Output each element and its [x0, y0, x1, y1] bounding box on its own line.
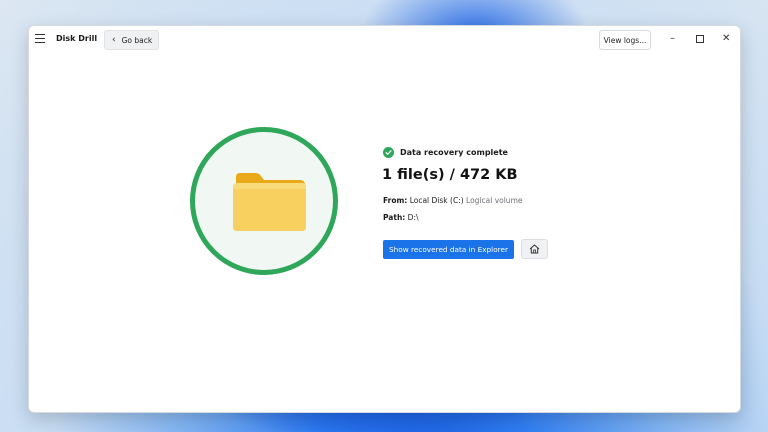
app-window: Disk Drill ‹ Go back View logs... – ✕ Da… — [28, 25, 741, 413]
status-text: Data recovery complete — [400, 148, 508, 157]
chevron-left-icon: ‹ — [112, 34, 116, 45]
go-back-button[interactable]: ‹ Go back — [104, 30, 159, 50]
recovery-summary: 1 file(s) / 472 KB — [382, 167, 518, 183]
show-in-explorer-button[interactable]: Show recovered data in Explorer — [383, 240, 514, 259]
minimize-button[interactable]: – — [670, 32, 675, 46]
close-button[interactable]: ✕ — [722, 32, 730, 46]
app-title: Disk Drill — [56, 34, 98, 43]
go-back-label: Go back — [121, 35, 153, 45]
check-circle-icon — [383, 147, 394, 158]
path-info: Path: D:\ — [383, 213, 419, 222]
folder-icon — [233, 173, 306, 231]
from-value: Local Disk (C:) — [409, 196, 464, 205]
source-info: From: Local Disk (C:) Logical volume — [383, 196, 522, 205]
from-label: From: — [383, 196, 408, 205]
result-ring — [190, 127, 338, 275]
view-logs-button[interactable]: View logs... — [599, 30, 651, 50]
home-icon — [529, 244, 540, 254]
maximize-button[interactable] — [696, 35, 704, 43]
from-type: Logical volume — [466, 196, 523, 205]
title-bar: Disk Drill ‹ Go back View logs... – ✕ — [29, 26, 740, 54]
hamburger-menu-icon[interactable] — [35, 34, 45, 44]
home-button[interactable] — [521, 239, 548, 259]
path-label: Path: — [383, 213, 406, 222]
path-value: D:\ — [407, 213, 419, 222]
status-row: Data recovery complete — [383, 147, 508, 158]
